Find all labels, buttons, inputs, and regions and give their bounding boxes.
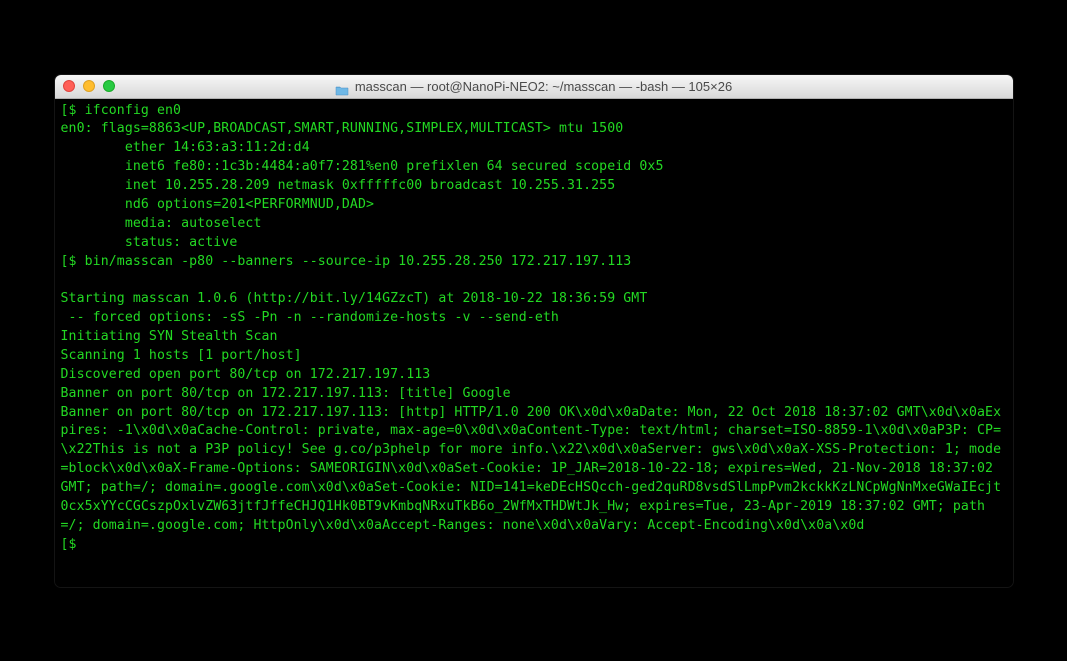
- output-line: Discovered open port 80/tcp on 172.217.1…: [61, 366, 1007, 385]
- prompt-line: [$ ifconfig en0: [61, 102, 1007, 121]
- output-line: Banner on port 80/tcp on 172.217.197.113…: [61, 385, 1007, 404]
- output-line: en0: flags=8863<UP,BROADCAST,SMART,RUNNI…: [61, 120, 1007, 139]
- close-button[interactable]: [63, 80, 75, 92]
- traffic-lights: [63, 80, 115, 92]
- minimize-button[interactable]: [83, 80, 95, 92]
- title-center: masscan — root@NanoPi-NEO2: ~/masscan — …: [55, 79, 1013, 94]
- output-line: Starting masscan 1.0.6 (http://bit.ly/14…: [61, 290, 1007, 309]
- command-ifconfig: $ ifconfig en0: [69, 103, 182, 118]
- output-line: inet 10.255.28.209 netmask 0xfffffc00 br…: [61, 177, 1007, 196]
- window-title: masscan — root@NanoPi-NEO2: ~/masscan — …: [355, 79, 732, 94]
- terminal-window: masscan — root@NanoPi-NEO2: ~/masscan — …: [54, 74, 1014, 588]
- command-masscan: $ bin/masscan -p80 --banners --source-ip…: [69, 254, 632, 269]
- prompt-cursor: $: [69, 537, 85, 552]
- prompt-line: [$ bin/masscan -p80 --banners --source-i…: [61, 253, 1007, 272]
- output-line: media: autoselect: [61, 215, 1007, 234]
- titlebar[interactable]: masscan — root@NanoPi-NEO2: ~/masscan — …: [55, 75, 1013, 99]
- blank-line: [61, 271, 1007, 290]
- output-line: inet6 fe80::1c3b:4484:a0f7:281%en0 prefi…: [61, 158, 1007, 177]
- output-line: -- forced options: -sS -Pn -n --randomiz…: [61, 309, 1007, 328]
- output-line: Scanning 1 hosts [1 port/host]: [61, 347, 1007, 366]
- output-line: ether 14:63:a3:11:2d:d4: [61, 139, 1007, 158]
- output-line: Banner on port 80/tcp on 172.217.197.113…: [61, 404, 1007, 536]
- output-line: nd6 options=201<PERFORMNUD,DAD>: [61, 196, 1007, 215]
- prompt-line: [$: [61, 536, 1007, 555]
- terminal-body[interactable]: [$ ifconfig en0en0: flags=8863<UP,BROADC…: [55, 99, 1013, 587]
- folder-icon: [335, 81, 349, 92]
- output-line: status: active: [61, 234, 1007, 253]
- output-line: Initiating SYN Stealth Scan: [61, 328, 1007, 347]
- maximize-button[interactable]: [103, 80, 115, 92]
